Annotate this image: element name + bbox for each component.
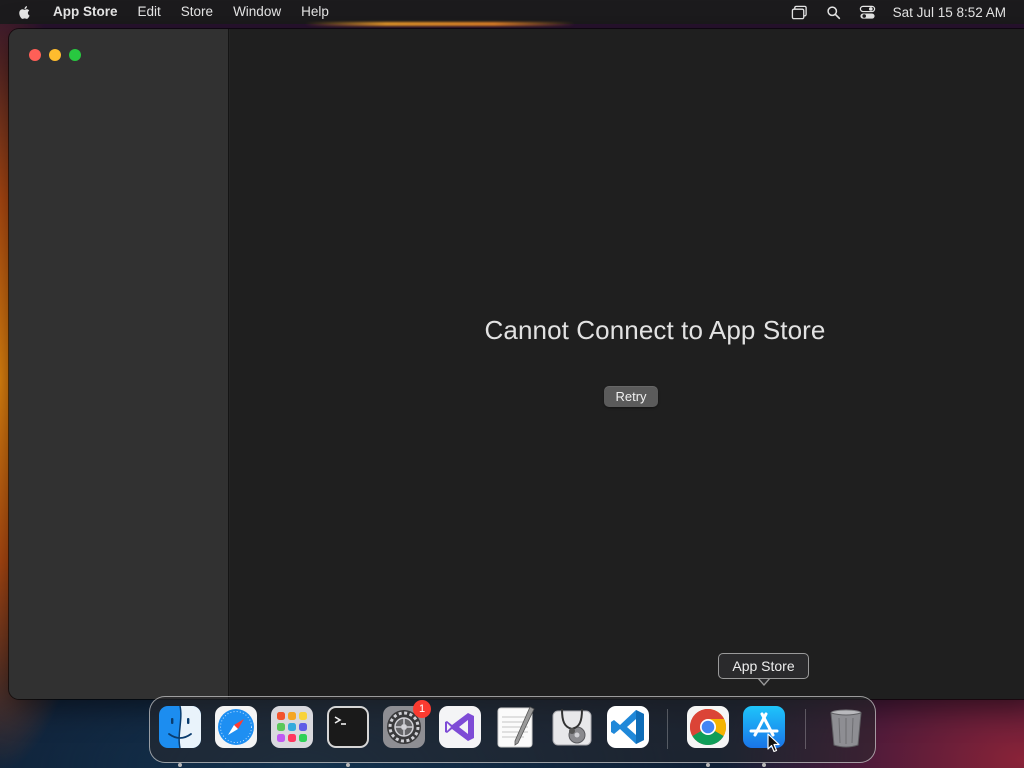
vscode-icon bbox=[607, 706, 649, 748]
dock-item-safari[interactable] bbox=[214, 705, 258, 749]
screen-mirroring-icon[interactable] bbox=[791, 3, 809, 21]
running-indicator bbox=[762, 763, 766, 767]
finder-icon bbox=[159, 705, 201, 749]
trash-icon bbox=[830, 709, 862, 748]
dock-item-disk-utility[interactable] bbox=[550, 705, 594, 749]
menu-bar-clock[interactable]: Sat Jul 15 8:52 AM bbox=[885, 5, 1024, 20]
running-indicator bbox=[706, 763, 710, 767]
wallpaper-highlight bbox=[305, 22, 575, 26]
menu-help[interactable]: Help bbox=[291, 0, 339, 24]
disk-utility-icon bbox=[552, 708, 592, 746]
control-center-icon[interactable] bbox=[859, 3, 877, 21]
dock-item-terminal[interactable] bbox=[326, 705, 370, 767]
menu-bar: App Store Edit Store Window Help Sat Jul… bbox=[0, 0, 1024, 24]
minimize-window-button[interactable] bbox=[49, 49, 61, 61]
dock-item-chrome[interactable] bbox=[686, 705, 730, 767]
dock-tooltip: App Store bbox=[718, 653, 809, 679]
safari-icon bbox=[215, 706, 257, 748]
menu-edit[interactable]: Edit bbox=[128, 0, 171, 24]
terminal-icon bbox=[327, 706, 369, 748]
dock-item-finder[interactable] bbox=[158, 705, 202, 767]
chrome-icon bbox=[687, 706, 729, 748]
dock-separator bbox=[667, 709, 668, 749]
textedit-icon bbox=[497, 706, 535, 748]
dock-item-launchpad[interactable] bbox=[270, 705, 314, 749]
maximize-window-button[interactable] bbox=[69, 49, 81, 61]
visual-studio-icon bbox=[439, 706, 481, 748]
dock-item-vscode[interactable] bbox=[606, 705, 650, 749]
sidebar bbox=[9, 29, 229, 699]
spotlight-search-icon[interactable] bbox=[825, 3, 843, 21]
running-indicator bbox=[346, 763, 350, 767]
close-window-button[interactable] bbox=[29, 49, 41, 61]
main-content: Cannot Connect to App Store Retry bbox=[230, 29, 1024, 699]
notification-badge: 1 bbox=[413, 700, 431, 718]
menu-store[interactable]: Store bbox=[171, 0, 223, 24]
dock-separator bbox=[805, 709, 806, 749]
launchpad-icon bbox=[271, 706, 313, 748]
mouse-cursor-icon bbox=[767, 733, 780, 753]
dock-item-trash[interactable] bbox=[824, 705, 868, 749]
menu-window[interactable]: Window bbox=[223, 0, 291, 24]
app-store-window: Cannot Connect to App Store Retry bbox=[9, 29, 1024, 699]
connection-error-title: Cannot Connect to App Store bbox=[484, 315, 826, 345]
dock-item-visual-studio[interactable] bbox=[438, 705, 482, 749]
menu-app-name[interactable]: App Store bbox=[53, 0, 128, 24]
dock-item-textedit[interactable] bbox=[494, 705, 538, 749]
window-controls bbox=[29, 49, 81, 61]
running-indicator bbox=[178, 763, 182, 767]
apple-menu-icon[interactable] bbox=[17, 3, 39, 21]
dock-item-system-settings[interactable]: 1 bbox=[382, 700, 431, 749]
retry-button[interactable]: Retry bbox=[604, 386, 658, 407]
